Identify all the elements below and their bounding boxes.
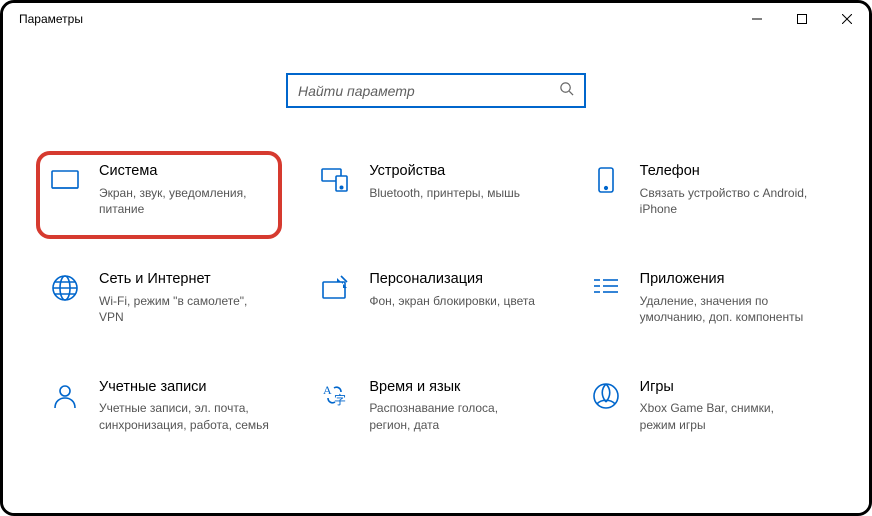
settings-grid: Система Экран, звук, уведомления, питани…: [3, 108, 869, 437]
tile-desc: Фон, экран блокировки, цвета: [369, 293, 535, 309]
tile-title: Время и язык: [369, 378, 539, 398]
tile-personalize[interactable]: Персонализация Фон, экран блокировки, цв…: [313, 266, 568, 329]
tile-accounts[interactable]: Учетные записи Учетные записи, эл. почта…: [43, 374, 298, 437]
search-icon: [559, 81, 574, 101]
window-title: Параметры: [19, 12, 734, 26]
tile-network[interactable]: Сеть и Интернет Wi-Fi, режим "в самолете…: [43, 266, 298, 329]
search-input[interactable]: [298, 83, 559, 99]
devices-icon: [319, 164, 351, 196]
tile-title: Устройства: [369, 162, 520, 182]
tile-title: Игры: [640, 378, 810, 398]
time-icon: A 字: [319, 380, 351, 412]
tile-desc: Экран, звук, уведомления, питание: [99, 185, 269, 217]
gaming-icon: [590, 380, 622, 412]
search-box[interactable]: [286, 73, 586, 108]
tile-desc: Bluetooth, принтеры, мышь: [369, 185, 520, 201]
personalize-icon: [319, 272, 351, 304]
tile-desc: Связать устройство с Android, iPhone: [640, 185, 810, 217]
tile-title: Сеть и Интернет: [99, 270, 269, 290]
svg-text:A: A: [323, 383, 332, 397]
tile-desc: Wi-Fi, режим "в самолете", VPN: [99, 293, 269, 325]
tile-time[interactable]: A 字 Время и язык Распознавание голоса, р…: [313, 374, 568, 437]
apps-icon: [590, 272, 622, 304]
tile-apps[interactable]: Приложения Удаление, значения по умолчан…: [584, 266, 839, 329]
system-icon: [49, 164, 81, 196]
tile-gaming[interactable]: Игры Xbox Game Bar, снимки, режим игры: [584, 374, 839, 437]
tile-title: Телефон: [640, 162, 810, 182]
tile-system[interactable]: Система Экран, звук, уведомления, питани…: [43, 158, 298, 221]
minimize-button[interactable]: [734, 3, 779, 35]
tile-desc: Удаление, значения по умолчанию, доп. ко…: [640, 293, 810, 325]
phone-icon: [590, 164, 622, 196]
close-button[interactable]: [824, 3, 869, 35]
tile-desc: Распознавание голоса, регион, дата: [369, 400, 539, 432]
maximize-button[interactable]: [779, 3, 824, 35]
svg-text:字: 字: [334, 392, 346, 407]
accounts-icon: [49, 380, 81, 412]
titlebar: Параметры: [3, 3, 869, 35]
tile-title: Система: [99, 162, 269, 182]
tile-title: Приложения: [640, 270, 810, 290]
tile-desc: Учетные записи, эл. почта, синхронизация…: [99, 400, 269, 432]
tile-title: Учетные записи: [99, 378, 269, 398]
tile-phone[interactable]: Телефон Связать устройство с Android, iP…: [584, 158, 839, 221]
tile-title: Персонализация: [369, 270, 535, 290]
tile-desc: Xbox Game Bar, снимки, режим игры: [640, 400, 810, 432]
network-icon: [49, 272, 81, 304]
tile-devices[interactable]: Устройства Bluetooth, принтеры, мышь: [313, 158, 568, 221]
